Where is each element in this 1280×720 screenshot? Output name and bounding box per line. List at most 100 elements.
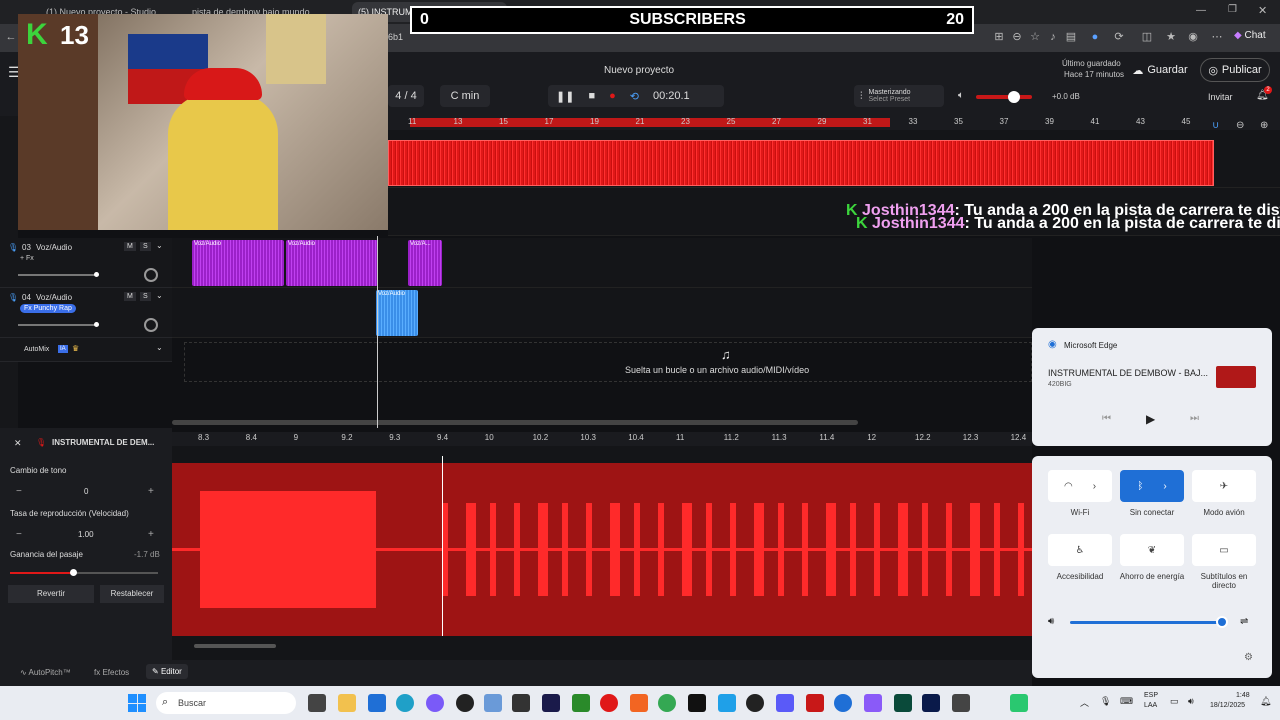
stop-icon[interactable]: ■ — [588, 90, 595, 102]
plus-icon[interactable]: + — [148, 486, 154, 497]
pause-icon[interactable]: ❚❚ — [556, 90, 574, 103]
track-volume-slider[interactable] — [18, 274, 98, 276]
solo-button[interactable]: S — [140, 292, 151, 301]
timeline-ruler[interactable]: 11 13 15 17 19 21 23 25 27 29 31 33 35 37 39 41 43 45 — [388, 116, 1280, 130]
tab-effects[interactable]: fx Efectos — [94, 668, 129, 677]
live-captions-tile[interactable]: ▭ — [1192, 534, 1256, 566]
audio-clip[interactable]: Voz/Audio — [192, 240, 284, 286]
keyboard-icon[interactable]: ⌨ — [1120, 696, 1133, 707]
next-icon[interactable]: ⏭︎ — [1190, 413, 1199, 424]
zoom-icon[interactable]: ⊖ — [1010, 30, 1024, 44]
app-icon[interactable] — [746, 694, 764, 712]
track-lane-04[interactable]: Voz/Audio — [172, 288, 1032, 338]
editor-scrollbar[interactable] — [194, 644, 276, 648]
minus-icon[interactable]: − — [16, 529, 22, 540]
lang-secondary[interactable]: LAA — [1144, 702, 1157, 709]
pitch-value[interactable]: 0 — [84, 487, 88, 496]
chevron-right-icon[interactable]: › — [1163, 481, 1166, 492]
track-lane-instrumental[interactable] — [388, 130, 1280, 188]
chevron-down-icon[interactable]: ⌄ — [156, 241, 163, 250]
volume-slider-knob[interactable] — [1216, 616, 1228, 628]
gain-slider-fill[interactable] — [10, 572, 74, 574]
volume-slider[interactable] — [1070, 621, 1224, 624]
time-signature[interactable]: 4 / 4 — [388, 85, 424, 107]
clock-date[interactable]: 18/12/2025 — [1210, 702, 1245, 709]
store-icon[interactable] — [368, 694, 386, 712]
split-icon[interactable]: ◫ — [1140, 30, 1154, 44]
chevron-down-icon[interactable]: ⌄ — [156, 291, 163, 300]
clock-time[interactable]: 1:48 — [1236, 692, 1250, 699]
pan-knob[interactable] — [144, 318, 158, 332]
discord-icon[interactable] — [426, 694, 444, 712]
play-icon[interactable]: ▶ — [1146, 412, 1155, 426]
mute-icon[interactable]: 🔈︎ — [958, 90, 964, 101]
energy-saver-tile[interactable]: ❦ — [1120, 534, 1184, 566]
track-name[interactable]: Voz/Audio — [36, 243, 72, 252]
photoshop-icon[interactable] — [922, 694, 940, 712]
mic-tray-icon[interactable]: 🎙︎ — [1100, 696, 1111, 707]
project-title[interactable]: Nuevo proyecto — [604, 65, 674, 76]
slider-knob[interactable] — [94, 272, 99, 277]
solo-button[interactable]: S — [140, 242, 151, 251]
start-icon[interactable] — [128, 694, 146, 712]
pan-knob[interactable] — [144, 268, 158, 282]
mute-button[interactable]: M — [124, 242, 136, 251]
add-fx-button[interactable]: + Fx — [20, 255, 34, 262]
track-header-04[interactable]: 🎙︎ 04 Voz/Audio Fx Punchy Rap M S ⌄ — [0, 288, 172, 338]
notifications-icon[interactable]: 🔔︎ — [1260, 696, 1271, 707]
mic-icon[interactable]: ♪ — [1046, 30, 1060, 44]
app-icon[interactable] — [600, 694, 618, 712]
back-icon[interactable]: ← — [4, 30, 18, 44]
chevron-right-icon[interactable]: › — [1093, 481, 1096, 492]
chevron-up-icon[interactable]: ︿ — [1080, 696, 1089, 709]
minimize-icon[interactable]: — — [1196, 5, 1206, 16]
task-view-icon[interactable] — [308, 694, 326, 712]
editor-playhead[interactable] — [442, 456, 443, 642]
epic-icon[interactable] — [512, 694, 530, 712]
horizontal-scrollbar[interactable] — [172, 420, 858, 425]
app-icon[interactable] — [484, 694, 502, 712]
obs-icon[interactable] — [456, 694, 474, 712]
close-window-icon[interactable]: ✕ — [1258, 4, 1267, 17]
automix-header[interactable]: AutoMix IA ♛ ⌄ — [0, 338, 172, 362]
volume-knob[interactable] — [1008, 91, 1020, 103]
app-icon[interactable]: ⊞ — [992, 30, 1006, 44]
more-icon[interactable]: ⋯ — [1210, 30, 1224, 44]
mute-button[interactable]: M — [124, 292, 136, 301]
audio-output-icon[interactable]: ⇌ — [1240, 616, 1248, 627]
revert-button[interactable]: Revertir — [8, 585, 94, 603]
loop-icon[interactable]: ⟲ — [630, 90, 639, 103]
previous-icon[interactable]: ⏮︎ — [1102, 413, 1111, 424]
copilot-chat-button[interactable]: ◆ Chat — [1234, 30, 1266, 41]
editor-ruler[interactable]: 8.3 8.4 9 9.2 9.3 9.4 10 10.2 10.3 10.4 11 11.2 11.3… — [172, 432, 1032, 446]
extension-icon[interactable]: ● — [1088, 30, 1102, 44]
audio-clip[interactable]: Voz/A... — [408, 240, 442, 286]
close-icon[interactable]: ✕ — [14, 438, 22, 449]
track-volume-slider[interactable] — [18, 324, 98, 326]
airplane-tile[interactable]: ✈ — [1192, 470, 1256, 502]
app-icon[interactable] — [894, 694, 912, 712]
brave-icon[interactable] — [630, 694, 648, 712]
rate-value[interactable]: 1.00 — [78, 530, 94, 539]
chevron-down-icon[interactable]: ⌄ — [156, 343, 163, 352]
drop-zone[interactable]: ♫ Suelta un bucle o un archivo audio/MID… — [184, 342, 1032, 382]
editor-waveform[interactable] — [172, 463, 1032, 636]
save-button[interactable]: ☁ Guardar — [1126, 58, 1194, 82]
key-selector[interactable]: C min — [440, 85, 490, 107]
settings-icon[interactable]: ⚙ — [1244, 652, 1253, 663]
fx-chip[interactable]: Fx Punchy Rap — [20, 304, 76, 313]
mastering-button[interactable]: ⫶ Masterizando Select Preset — [854, 85, 944, 107]
taskbar-search[interactable]: ⌕ Buscar — [156, 692, 296, 714]
app-icon[interactable] — [572, 694, 590, 712]
track-name[interactable]: Voz/Audio — [36, 293, 72, 302]
profile-icon[interactable]: ◉ — [1186, 30, 1200, 44]
record-icon[interactable]: ● — [609, 90, 616, 102]
network-icon[interactable]: ▭ — [1170, 696, 1179, 707]
gain-slider-track[interactable] — [74, 572, 158, 574]
tab-editor[interactable]: ✎ Editor — [146, 664, 188, 679]
invite-button[interactable]: Invitar — [1208, 92, 1233, 102]
favorites-icon[interactable]: ★ — [1164, 30, 1178, 44]
lang-primary[interactable]: ESP — [1144, 692, 1158, 699]
calculator-icon[interactable] — [1010, 694, 1028, 712]
tiktok-icon[interactable] — [688, 694, 706, 712]
